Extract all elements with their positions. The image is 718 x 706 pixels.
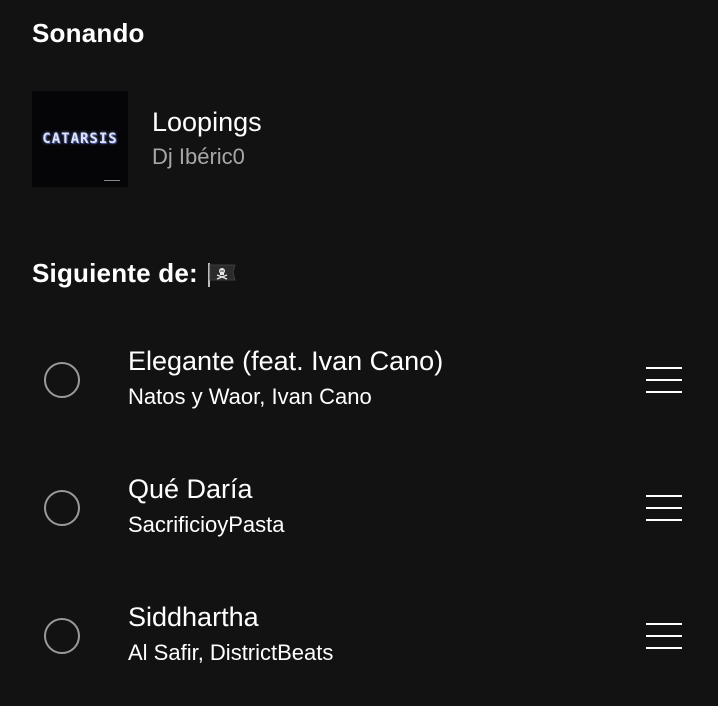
album-cover-text: CATARSIS <box>42 131 118 147</box>
drag-handle-icon[interactable] <box>646 367 682 393</box>
now-playing-artist[interactable]: Dj Ibéric0 <box>152 142 262 172</box>
now-playing-track-title: Loopings <box>152 107 262 137</box>
queue-track-artist[interactable]: Al Safir, DistrictBeats <box>128 639 333 667</box>
queue-item[interactable]: Siddhartha Al Safir, DistrictBeats <box>0 599 718 679</box>
queue-item[interactable]: Qué Daría SacrificioyPasta <box>0 471 718 551</box>
pirate-flag-icon <box>206 262 238 287</box>
album-cover-signature <box>104 177 120 181</box>
now-playing-row[interactable]: CATARSIS Loopings Dj Ibéric0 <box>32 91 262 187</box>
queue-track-title: Elegante (feat. Ivan Cano) <box>128 346 444 376</box>
next-from-heading: Siguiente de: <box>32 258 238 288</box>
drag-handle-icon[interactable] <box>646 623 682 649</box>
now-playing-heading: Sonando <box>32 18 145 48</box>
queue-select-radio[interactable] <box>44 362 80 398</box>
next-from-label: Siguiente de: <box>32 258 198 288</box>
drag-handle-icon[interactable] <box>646 495 682 521</box>
queue-track-artist[interactable]: Natos y Waor, Ivan Cano <box>128 383 372 411</box>
queue-track-title: Qué Daría <box>128 474 253 504</box>
album-cover: CATARSIS <box>32 91 128 187</box>
queue-track-title: Siddhartha <box>128 602 259 632</box>
queue-select-radio[interactable] <box>44 618 80 654</box>
now-playing-meta: Loopings Dj Ibéric0 <box>152 106 262 172</box>
queue-select-radio[interactable] <box>44 490 80 526</box>
queue-track-artist[interactable]: SacrificioyPasta <box>128 511 285 539</box>
queue-item[interactable]: Elegante (feat. Ivan Cano) Natos y Waor,… <box>0 343 718 423</box>
